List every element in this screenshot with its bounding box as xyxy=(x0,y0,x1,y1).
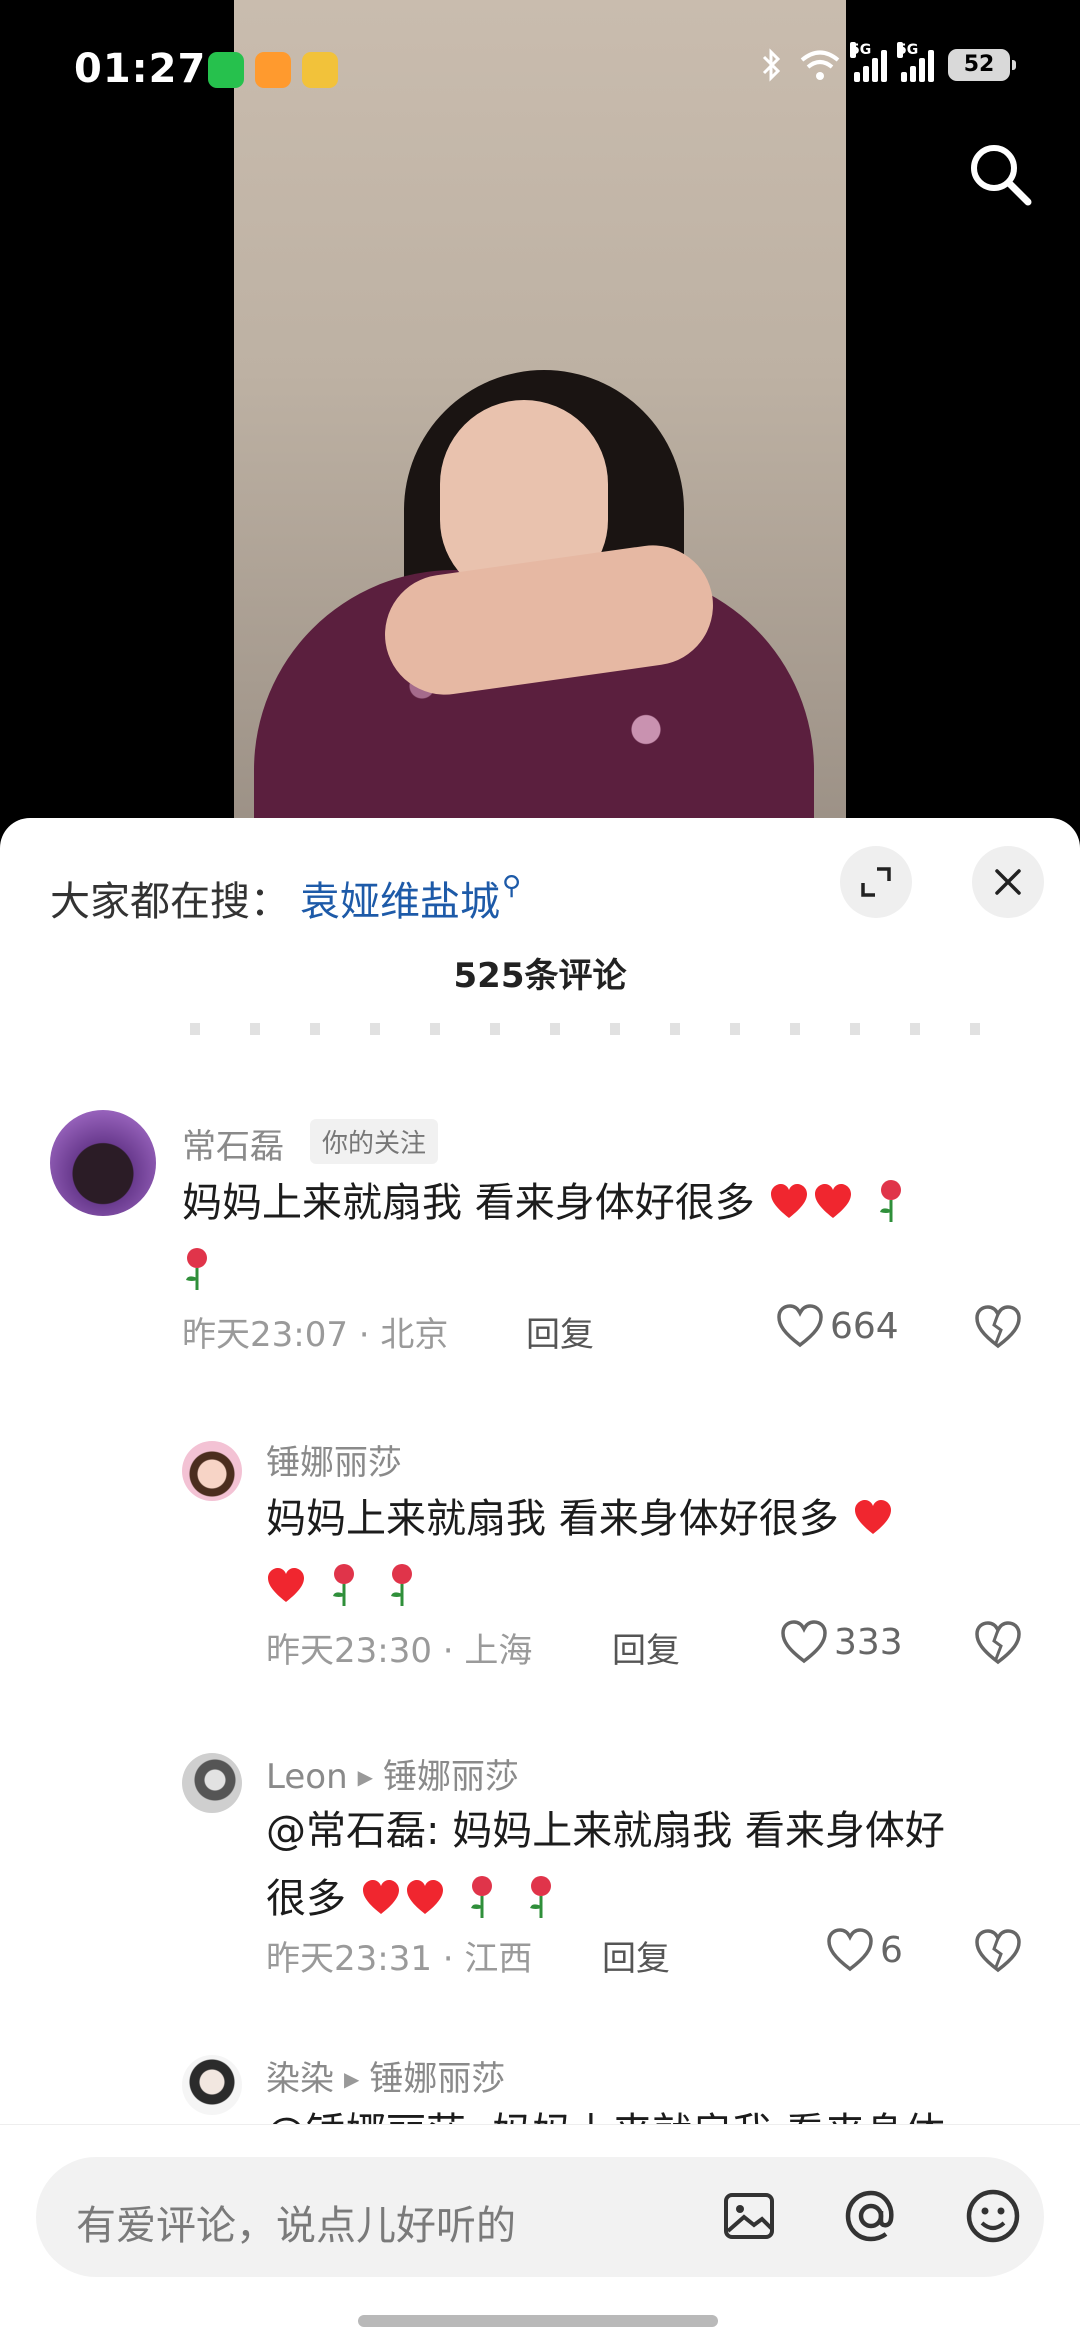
like-count: 333 xyxy=(834,1621,903,1663)
like-button[interactable]: 664 xyxy=(776,1303,899,1349)
clipped-previous-comment xyxy=(190,1023,1010,1035)
reply-button[interactable]: 回复 xyxy=(602,1931,670,1980)
comment-sheet: 大家都在搜： 袁娅维盐城 ⚲ 525条评论 常石磊 你的关注 妈妈上来就扇我 看… xyxy=(0,818,1080,2344)
battery-indicator: 52 xyxy=(948,49,1016,81)
comment-list[interactable]: 常石磊 你的关注 妈妈上来就扇我 看来身体好很多 昨天23:07 · 北京 回复… xyxy=(0,1023,1080,2128)
dislike-broken-heart-icon[interactable] xyxy=(974,1619,1022,1667)
rose-emoji-icon xyxy=(332,1564,354,1606)
search-button[interactable] xyxy=(964,138,1036,210)
like-button[interactable]: 333 xyxy=(780,1619,903,1665)
reply-text: 妈妈上来就扇我 看来身体好很多 xyxy=(266,1485,1026,1621)
dislike-broken-heart-icon[interactable] xyxy=(974,1303,1022,1351)
reply-username[interactable]: Leon xyxy=(266,1757,348,1797)
comment-time-location: 昨天23:07 · 北京 xyxy=(182,1315,449,1355)
expand-button[interactable] xyxy=(840,846,912,918)
avatar[interactable] xyxy=(182,2055,242,2115)
weibo-notification-icon xyxy=(302,52,338,88)
red-heart-emoji-icon xyxy=(855,1500,892,1534)
taobao-notification-icon xyxy=(255,52,291,88)
comment-input-placeholder: 有爱评论，说点儿好听的 xyxy=(76,2203,516,2249)
search-icon xyxy=(971,145,1032,206)
comment-input[interactable]: 有爱评论，说点儿好听的 xyxy=(36,2157,1044,2277)
avatar[interactable] xyxy=(50,1110,156,1216)
wifi-icon xyxy=(800,50,840,80)
reply-text: @常石磊: 妈妈上来就扇我 看来身体好 很多 xyxy=(266,1808,945,1922)
hot-search-label: 大家都在搜： xyxy=(50,879,290,925)
dislike-broken-heart-icon[interactable] xyxy=(974,1927,1022,1975)
reply-username-line: Leon ▶ 锤娜丽莎 xyxy=(266,1757,520,1797)
status-bar: 01:27 5G 5G 52 xyxy=(0,0,1080,140)
rose-emoji-icon xyxy=(880,1180,902,1222)
comment-input-bar: 有爱评论，说点儿好听的 xyxy=(0,2124,1080,2344)
reply-username[interactable]: 染染 xyxy=(266,2059,334,2099)
heart-outline-icon xyxy=(827,1928,873,1972)
red-heart-emoji-icon xyxy=(815,1184,852,1218)
red-heart-emoji-icon xyxy=(406,1880,443,1914)
reply-username-line: 染染 ▶ 锤娜丽莎 xyxy=(266,2059,506,2099)
comment-count-title: 525条评论 xyxy=(453,956,627,996)
reply-target-username[interactable]: 锤娜丽莎 xyxy=(369,2059,505,2099)
reply-time-location: 昨天23:31 · 江西 xyxy=(266,1939,533,1979)
avatar[interactable] xyxy=(182,1441,242,1501)
red-heart-emoji-icon xyxy=(268,1568,304,1602)
wechat-notification-icon xyxy=(208,52,244,88)
close-button[interactable] xyxy=(972,846,1044,918)
rose-emoji-icon xyxy=(391,1564,413,1606)
image-picker-icon[interactable] xyxy=(716,2183,782,2249)
red-heart-emoji-icon xyxy=(771,1184,808,1218)
expand-icon xyxy=(861,867,891,897)
rose-emoji-icon xyxy=(186,1248,207,1290)
cellular-signal-2-icon: 5G xyxy=(897,42,934,82)
avatar[interactable] xyxy=(182,1753,242,1813)
comment-username[interactable]: 常石磊 xyxy=(182,1119,284,1168)
heart-outline-icon xyxy=(781,1620,827,1664)
cellular-signal-icon: 5G xyxy=(850,42,887,82)
rose-emoji-icon xyxy=(530,1876,552,1918)
red-heart-emoji-icon xyxy=(362,1880,399,1914)
bluetooth-icon xyxy=(762,48,781,82)
rose-emoji-icon xyxy=(471,1876,493,1918)
comment-text: 妈妈上来就扇我 看来身体好很多 xyxy=(182,1169,1042,1305)
close-icon xyxy=(995,869,1021,895)
like-count: 664 xyxy=(830,1305,899,1347)
following-tag: 你的关注 xyxy=(310,1119,439,1164)
hot-search-term-link[interactable]: 袁娅维盐城 xyxy=(300,869,500,927)
reply-username[interactable]: 锤娜丽莎 xyxy=(266,1435,402,1484)
heart-outline-icon xyxy=(777,1304,823,1348)
like-count: 6 xyxy=(880,1929,903,1971)
emoji-smiley-icon[interactable] xyxy=(960,2183,1026,2249)
reply-target-username[interactable]: 锤娜丽莎 xyxy=(383,1757,519,1797)
like-button[interactable]: 6 xyxy=(826,1927,903,1973)
home-indicator[interactable] xyxy=(358,2315,718,2327)
mention-at-icon[interactable] xyxy=(838,2183,904,2249)
small-search-icon: ⚲ xyxy=(502,871,522,901)
hot-search-bar: 大家都在搜： 袁娅维盐城 ⚲ xyxy=(50,858,521,938)
status-time: 01:27 xyxy=(74,46,207,92)
reply-button[interactable]: 回复 xyxy=(612,1623,680,1672)
reply-button[interactable]: 回复 xyxy=(526,1307,594,1356)
reply-time-location: 昨天23:30 · 上海 xyxy=(266,1631,533,1671)
